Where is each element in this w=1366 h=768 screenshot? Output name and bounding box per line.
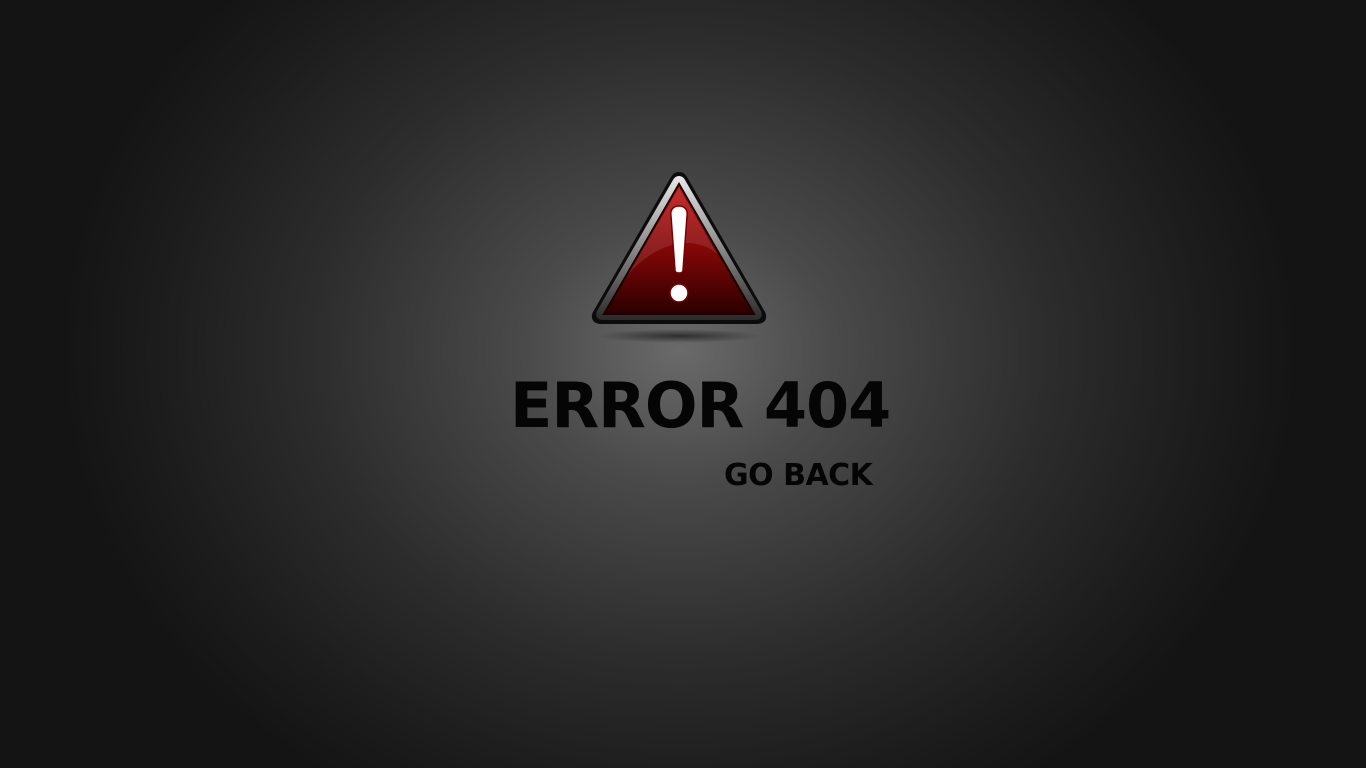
go-back-link[interactable]: GO BACK: [724, 456, 873, 496]
warning-triangle-icon: [587, 166, 771, 346]
page-title: ERROR 404: [510, 369, 891, 442]
error-page: ERROR 404 GO BACK: [0, 0, 1366, 768]
